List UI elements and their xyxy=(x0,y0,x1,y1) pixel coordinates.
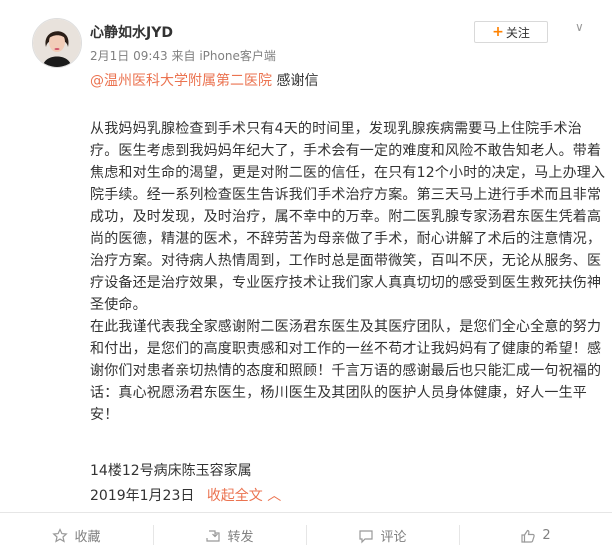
plus-icon: + xyxy=(492,24,504,40)
comment-button[interactable]: 评论 xyxy=(306,513,459,558)
like-button[interactable]: 2 xyxy=(459,513,612,558)
mention-link[interactable]: @温州医科大学附属第二医院 xyxy=(90,73,272,89)
post-signature: 14楼12号病床陈玉容家属 xyxy=(90,463,252,479)
like-count: 2 xyxy=(542,528,551,543)
post-source[interactable]: iPhone客户端 xyxy=(199,49,276,63)
action-bar: 收藏 转发 评论 2 xyxy=(0,513,612,558)
repost-button[interactable]: 转发 xyxy=(153,513,306,558)
post-body: 从我妈妈乳腺检查到手术只有4天的时间里，发现乳腺疾病需要马上住院手术治疗。医生考… xyxy=(90,118,606,426)
follow-label: 关注 xyxy=(505,25,530,40)
avatar[interactable] xyxy=(32,18,82,68)
weibo-post-card: 心静如水JYD 2月1日 09:43 来自 iPhone客户端 + 关注 ∨ @… xyxy=(0,0,612,558)
repost-icon xyxy=(206,529,221,542)
chevron-up-icon: ︿ xyxy=(267,488,282,504)
mention-suffix: 感谢信 xyxy=(272,73,319,89)
star-icon xyxy=(52,527,69,543)
post-date-line: 2019年1月23日 收起全文 ︿ xyxy=(90,485,281,505)
post-time[interactable]: 2月1日 09:43 xyxy=(90,49,168,63)
username[interactable]: 心静如水JYD xyxy=(90,22,173,42)
source-prefix: 来自 xyxy=(171,49,196,63)
mention-line: @温州医科大学附属第二医院 感谢信 xyxy=(90,70,318,90)
post-paragraph-2: 在此我谨代表我全家感谢附二医汤君东医生及其医疗团队，是您们全心全意的努力和付出，… xyxy=(90,319,602,423)
comment-label: 评论 xyxy=(380,530,407,545)
post-paragraph-1: 从我妈妈乳腺检查到手术只有4天的时间里，发现乳腺疾病需要马上住院手术治疗。医生考… xyxy=(90,121,606,313)
post-date: 2019年1月23日 xyxy=(90,488,195,504)
favorite-button[interactable]: 收藏 xyxy=(0,513,153,558)
collapse-label: 收起全文 xyxy=(206,488,263,504)
chevron-down-icon[interactable]: ∨ xyxy=(575,20,584,34)
comment-icon xyxy=(359,529,374,543)
repost-label: 转发 xyxy=(227,530,254,545)
post-meta: 2月1日 09:43 来自 iPhone客户端 xyxy=(90,47,276,64)
favorite-label: 收藏 xyxy=(74,530,101,545)
thumbs-up-icon xyxy=(521,529,536,543)
collapse-button[interactable]: 收起全文 ︿ xyxy=(207,488,281,504)
follow-button[interactable]: + 关注 xyxy=(474,21,548,43)
